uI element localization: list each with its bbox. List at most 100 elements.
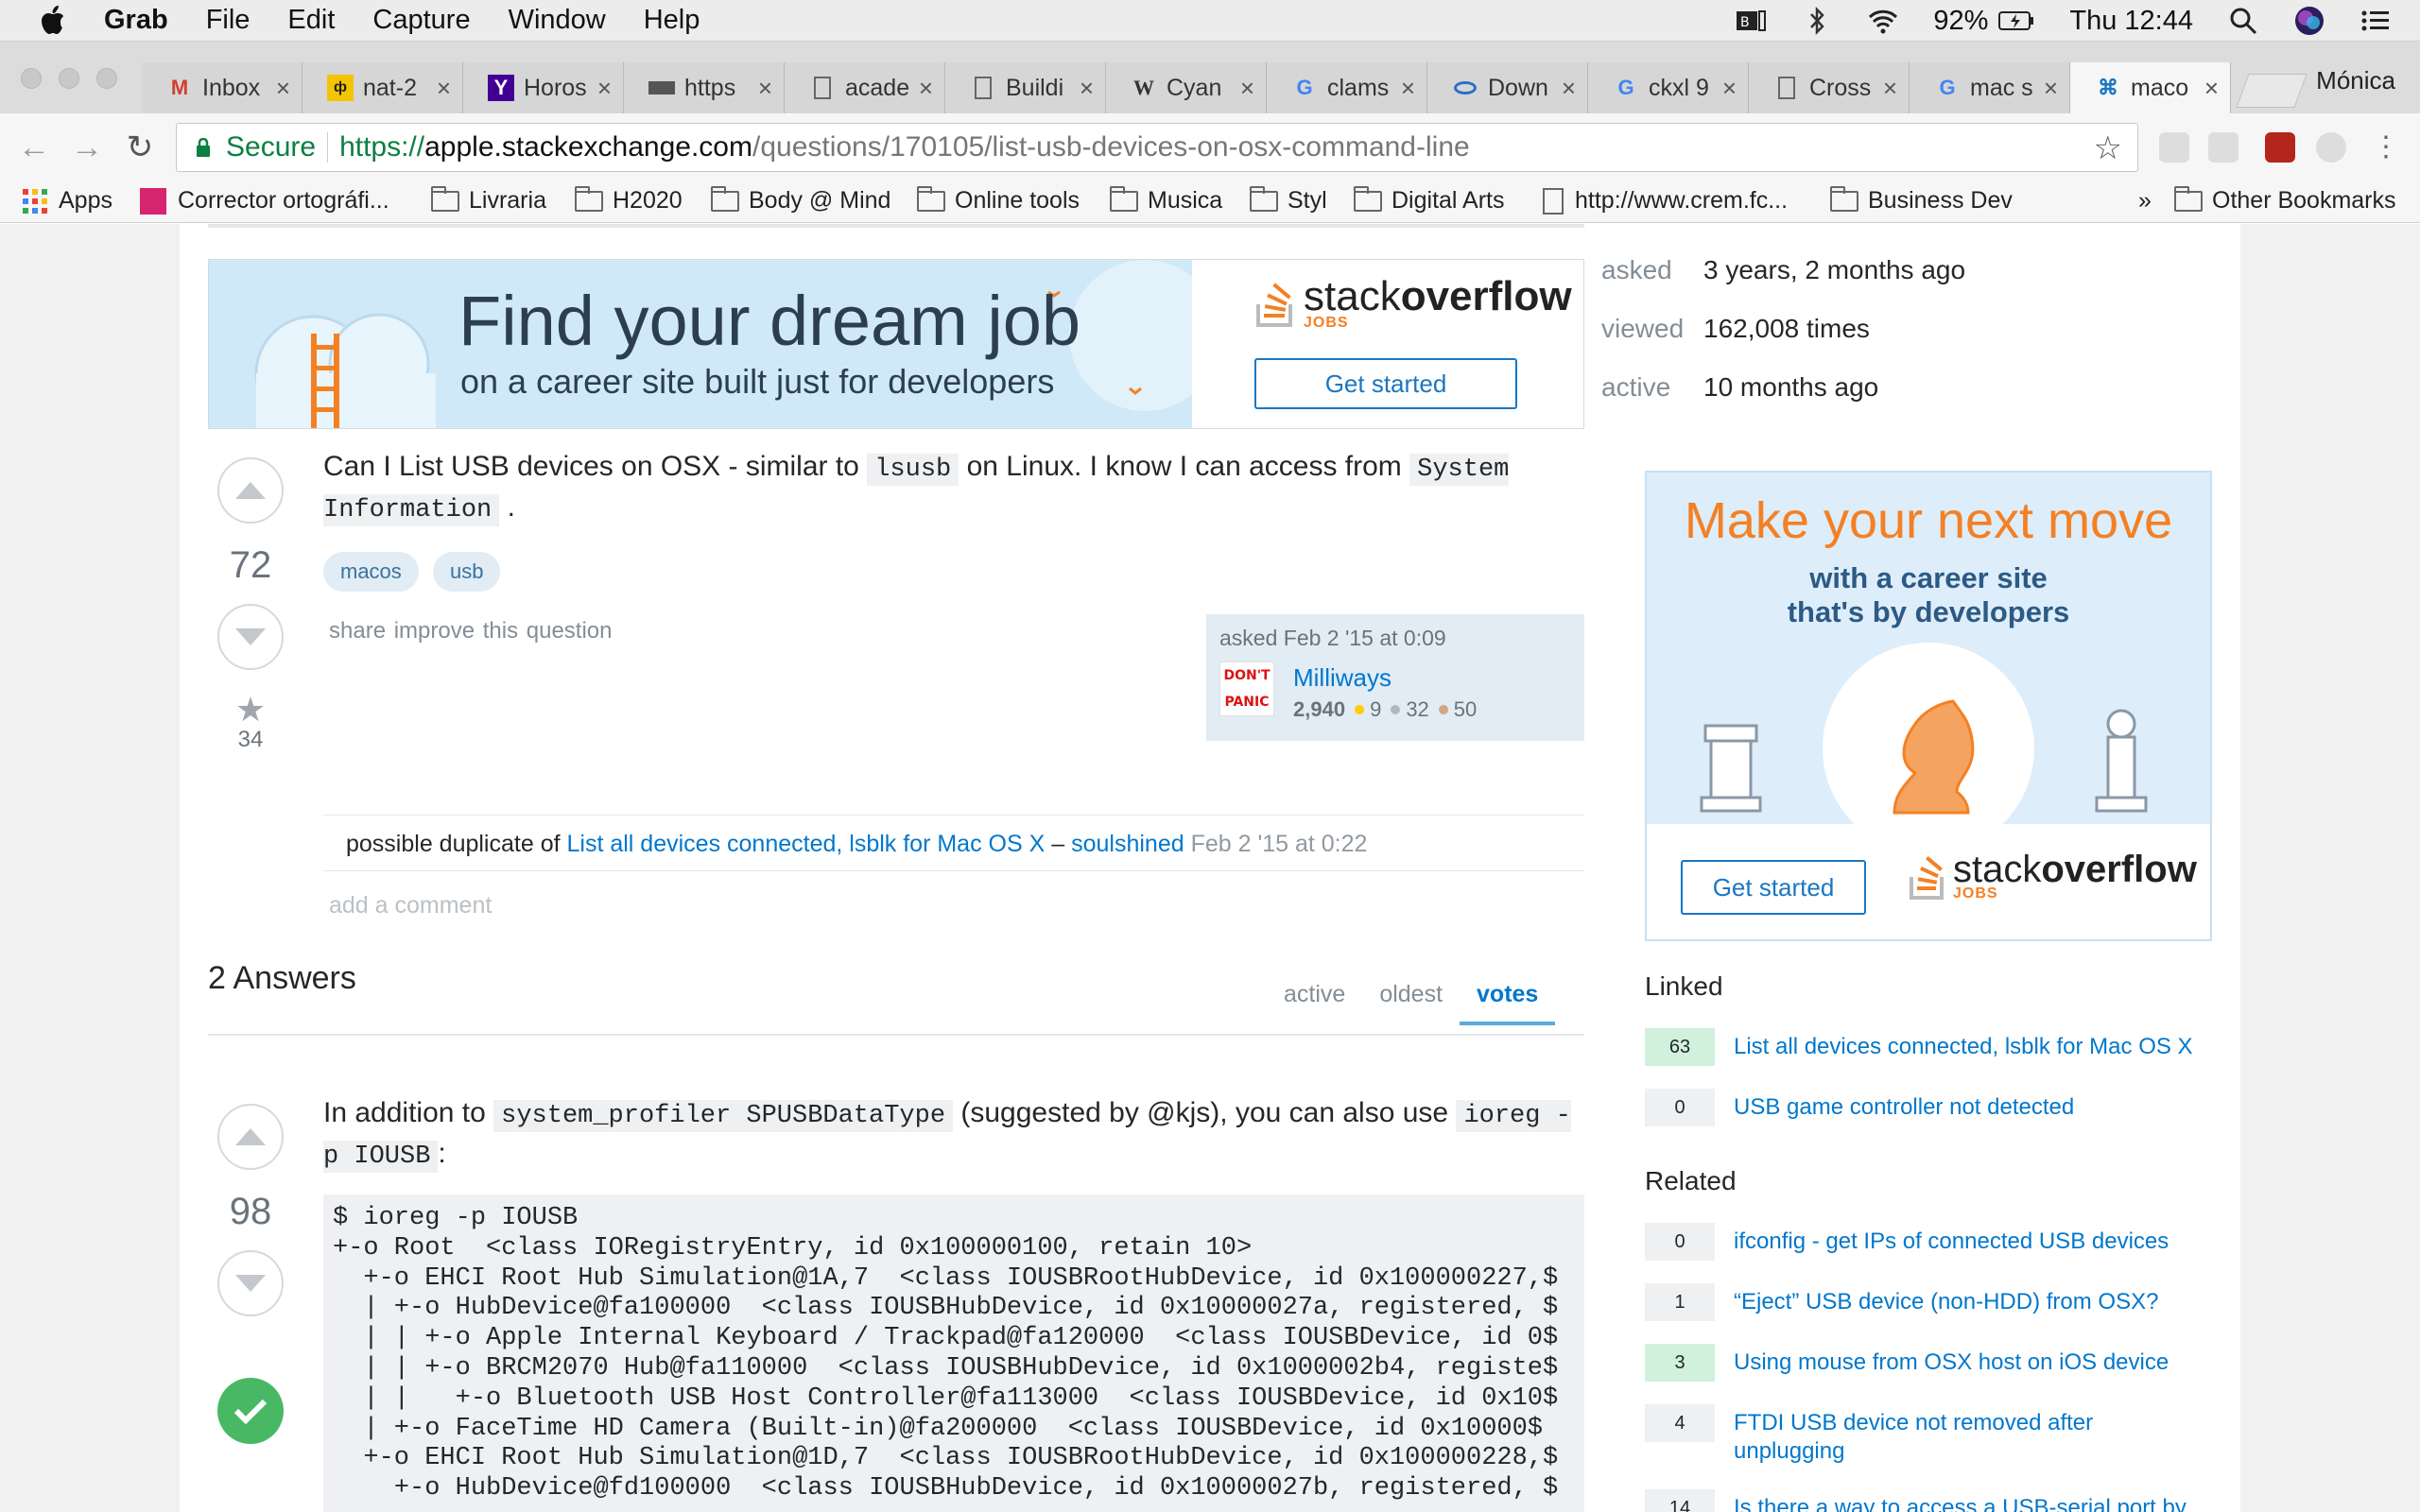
share-link[interactable]: share [329,618,386,644]
extension-icon[interactable] [2208,132,2238,163]
close-tab-icon[interactable]: × [276,74,290,103]
related-question-link[interactable]: ifconfig - get IPs of connected USB devi… [1734,1223,2169,1256]
tab-maco-active[interactable]: ⌘ maco × [2070,62,2231,113]
screen-mirroring-icon[interactable]: B [1735,7,1767,35]
tab-down[interactable]: Down × [1427,62,1588,113]
close-tab-icon[interactable]: × [2044,74,2058,103]
address-bar[interactable]: Secure https://apple.stackexchange.com/q… [176,123,2138,172]
forward-arrow-icon[interactable]: → [68,129,106,166]
related-item[interactable]: 14 Is there a way to access a USB-serial… [1645,1489,2250,1512]
close-tab-icon[interactable]: × [1401,74,1415,103]
notification-center-icon[interactable] [2360,7,2392,35]
siri-icon[interactable] [2293,5,2325,37]
related-question-link[interactable]: Using mouse from OSX host on iOS device [1734,1344,2169,1377]
menu-app-name[interactable]: Grab [104,5,168,36]
related-question-link[interactable]: FTDI USB device not removed after unplug… [1734,1404,2131,1466]
acrobat-extension-icon[interactable] [2265,132,2295,163]
add-comment-link[interactable]: add a comment [329,892,492,919]
tag-macos[interactable]: macos [323,552,419,592]
close-tab-icon[interactable]: × [1080,74,1094,103]
close-tab-icon[interactable]: × [1883,74,1897,103]
tag-usb[interactable]: usb [433,552,501,592]
linked-item[interactable]: 0 USB game controller not detected [1645,1089,2250,1126]
answer-upvote-button[interactable] [217,1104,284,1170]
tab-cross[interactable]: Cross × [1749,62,1910,113]
tab-buildi[interactable]: Buildi × [945,62,1106,113]
close-tab-icon[interactable]: × [437,74,451,103]
menu-file[interactable]: File [206,5,251,36]
close-tab-icon[interactable]: × [1562,74,1576,103]
asked-timestamp[interactable]: asked Feb 2 '15 at 0:09 [1219,626,1446,651]
back-arrow-icon[interactable]: ← [15,129,53,166]
bookmark-musica[interactable]: Musica [1110,185,1222,215]
wifi-icon[interactable] [1867,7,1899,35]
skype-extension-icon[interactable] [2159,132,2189,163]
new-tab-button[interactable] [2236,74,2308,108]
bookmark-crem[interactable]: http://www.crem.fc... [1543,187,1788,215]
profile-name[interactable]: Mónica [2316,66,2395,95]
avatar[interactable]: DON'T PANIC [1219,662,1274,716]
related-item[interactable]: 3 Using mouse from OSX host on iOS devic… [1645,1344,2250,1382]
bookmark-body-mind[interactable]: Body @ Mind [711,185,890,215]
related-item[interactable]: 4 FTDI USB device not removed after unpl… [1645,1404,2250,1466]
apple-menu-icon[interactable] [38,5,66,37]
jobs-banner-ad[interactable]: Find your dream job on a career site bui… [208,259,1584,429]
tab-horos[interactable]: Y Horos × [463,62,624,113]
tab-acade[interactable]: acade × [785,62,945,113]
tab-clams[interactable]: Gclams × [1267,62,1427,113]
close-tab-icon[interactable]: × [919,74,933,103]
stat-value[interactable]: 10 months ago [1703,372,1878,431]
tab-cyan[interactable]: W Cyan × [1106,62,1267,113]
window-minimize-button[interactable] [59,68,79,89]
bookmark-online-tools[interactable]: Online tools [917,185,1080,215]
tab-ckxl[interactable]: Gckxl 9 × [1588,62,1749,113]
favorite-star-icon[interactable]: ★ [217,693,284,727]
bookmarks-overflow-chevron[interactable]: » [2138,187,2152,215]
related-item[interactable]: 1 “Eject” USB device (non-HDD) from OSX? [1645,1283,2250,1321]
window-close-button[interactable] [21,68,42,89]
close-tab-icon[interactable]: × [1240,74,1254,103]
tab-mac-s[interactable]: Gmac s × [1910,62,2070,113]
clock[interactable]: Thu 12:44 [2069,6,2193,37]
chrome-menu-icon[interactable]: ⋮ [2367,129,2405,166]
duplicate-question-link[interactable]: List all devices connected, lsblk for Ma… [567,831,1046,857]
linked-question-link[interactable]: USB game controller not detected [1734,1089,2074,1122]
menu-help[interactable]: Help [644,5,700,36]
comment-user-link[interactable]: soulshined [1071,831,1184,857]
reload-icon[interactable]: ↻ [121,129,159,166]
menu-capture[interactable]: Capture [372,5,470,36]
close-tab-icon[interactable]: × [2204,74,2219,103]
bookmark-styl[interactable]: Styl [1250,185,1327,215]
tab-nat-2[interactable]: ф nat-2 × [302,62,463,113]
spotlight-search-icon[interactable] [2227,7,2259,35]
sort-tab-oldest[interactable]: oldest [1362,968,1460,1025]
stat-value[interactable]: 3 years, 2 months ago [1703,255,1965,314]
sidebar-jobs-ad[interactable]: Make your next move with a career site th… [1645,471,2212,941]
shield-extension-icon[interactable] [2316,132,2346,163]
sort-tab-votes[interactable]: votes [1460,968,1556,1025]
menu-edit[interactable]: Edit [287,5,335,36]
sort-tab-active[interactable]: active [1267,968,1362,1025]
downvote-button[interactable] [217,604,284,670]
bluetooth-icon[interactable] [1801,7,1833,35]
tab-https[interactable]: https × [624,62,785,113]
bookmark-livraria[interactable]: Livraria [431,185,546,215]
owner-name-link[interactable]: Milliways [1293,663,1392,693]
linked-question-link[interactable]: List all devices connected, lsblk for Ma… [1734,1028,2193,1061]
related-question-link[interactable]: Is there a way to access a USB-serial po… [1734,1489,2187,1512]
bookmark-business-dev[interactable]: Business Dev [1830,185,2013,215]
related-question-link[interactable]: “Eject” USB device (non-HDD) from OSX? [1734,1283,2158,1316]
bookmark-apps[interactable]: Apps [23,187,112,215]
close-tab-icon[interactable]: × [758,74,772,103]
other-bookmarks[interactable]: Other Bookmarks [2174,185,2396,215]
bookmark-digital-arts[interactable]: Digital Arts [1354,185,1504,215]
related-item[interactable]: 0 ifconfig - get IPs of connected USB de… [1645,1223,2250,1261]
improve-question-link[interactable]: improve this question [394,618,613,644]
answer-downvote-button[interactable] [217,1250,284,1316]
tab-inbox[interactable]: M Inbox × [142,62,302,113]
window-zoom-button[interactable] [96,68,117,89]
bookmark-star-icon[interactable]: ☆ [2094,129,2122,167]
battery-charging-icon[interactable] [1997,7,2035,35]
bookmark-corrector[interactable]: Corrector ortográfi... [140,187,389,215]
bookmark-h2020[interactable]: H2020 [575,185,683,215]
